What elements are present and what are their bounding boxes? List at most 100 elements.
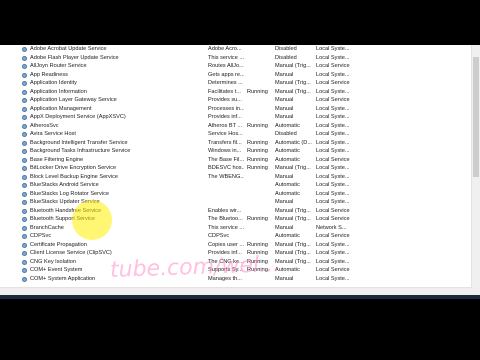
- service-row[interactable]: BlueStacks Android Service Automatic Local…: [0, 181, 472, 190]
- horizontal-scrollbar[interactable]: [0, 287, 472, 295]
- service-row[interactable]: CDPSvc CDPSvc Automatic Local Service: [0, 232, 472, 241]
- service-description: The Bluetoo...: [208, 216, 243, 222]
- service-row[interactable]: AppX Deployment Service (AppXSVC) Provide…: [0, 113, 472, 122]
- service-row[interactable]: Background Tasks Infrastructure Service W…: [0, 147, 472, 156]
- service-row[interactable]: Base Filtering Engine The Base Fil... Runn…: [0, 156, 472, 165]
- service-row[interactable]: Bluetooth Handsfree Service Enables wir..…: [0, 207, 472, 216]
- service-gear-icon: [22, 81, 27, 86]
- service-log-on-as: Local Syste...: [316, 258, 350, 265]
- service-row[interactable]: Adobe Flash Player Update Service This se…: [0, 54, 472, 63]
- service-row[interactable]: Certificate Propagation Copies user ... Ru…: [0, 241, 472, 250]
- service-log-on-as: Local Syste...: [316, 105, 350, 112]
- service-gear-icon: [22, 268, 27, 273]
- service-status: Running: [247, 139, 268, 146]
- service-startup-type: Automatic: [275, 122, 300, 129]
- service-log-on-as: Local Service: [316, 97, 350, 103]
- service-gear-icon: [22, 251, 27, 256]
- service-description: The Base Fil...: [208, 156, 244, 163]
- service-row[interactable]: AllJoyn Router Service Routes AllJo... Man…: [0, 62, 472, 71]
- scrollbar-thumb[interactable]: [473, 57, 479, 177]
- service-status: Running: [247, 165, 268, 171]
- service-row[interactable]: Application Information Facilitates t... R…: [0, 88, 472, 97]
- service-description: Transfers fil...: [208, 139, 242, 146]
- service-name: BlueStacks Updater Service: [30, 199, 100, 205]
- service-startup-type: Automatic: [275, 182, 300, 188]
- service-row[interactable]: BlueStacks Log Rotator Service Automatic L…: [0, 190, 472, 199]
- service-startup-type: Disabled: [275, 131, 297, 137]
- service-name: Base Filtering Engine: [30, 156, 84, 163]
- service-log-on-as: Local Syste...: [316, 148, 350, 154]
- service-log-on-as: Local Syste...: [316, 190, 350, 197]
- service-row[interactable]: BitLocker Drive Encryption Service BDESVC…: [0, 164, 472, 173]
- service-name: Application Layer Gateway Service: [30, 97, 117, 103]
- service-startup-type: Manual: [275, 199, 294, 205]
- service-row[interactable]: BranchCache This service ... Manual Network…: [0, 224, 472, 233]
- service-row[interactable]: Background Intelligent Transfer Service T…: [0, 139, 472, 148]
- service-startup-type: Manual (Trig...: [275, 258, 311, 265]
- service-row[interactable]: Adobe Acrobat Update Service Adobe Acro..…: [0, 45, 472, 54]
- vertical-scrollbar[interactable]: [471, 45, 480, 295]
- service-name: BlueStacks Log Rotator Service: [30, 190, 109, 197]
- service-gear-icon: [22, 183, 27, 188]
- service-gear-icon: [22, 64, 27, 69]
- service-row[interactable]: Avira Service Host Service Hos... Disabled…: [0, 130, 472, 139]
- service-name: CDPSvc: [30, 233, 52, 239]
- service-description: Routes AllJo...: [208, 63, 244, 69]
- service-startup-type: Automatic: [275, 148, 300, 154]
- service-startup-type: Manual: [275, 97, 294, 103]
- service-row[interactable]: Application Management Processes in... Man…: [0, 105, 472, 114]
- service-description: Gets apps re...: [208, 71, 244, 78]
- service-gear-icon: [22, 217, 27, 222]
- service-startup-type: Automatic: [275, 233, 300, 239]
- service-row[interactable]: Block Level Backup Engine Service The WBE…: [0, 173, 472, 182]
- service-name: Adobe Acrobat Update Service: [30, 46, 107, 52]
- service-gear-icon: [22, 140, 27, 146]
- service-row[interactable]: Bluetooth Support Service The Bluetoo... R…: [0, 215, 472, 224]
- service-description: Provides inf...: [208, 114, 242, 120]
- service-gear-icon: [22, 98, 27, 103]
- service-row[interactable]: BlueStacks Updater Service Manual Local Sy…: [0, 198, 472, 207]
- service-row[interactable]: App Readiness Gets apps re... Manual Local …: [0, 71, 472, 80]
- service-name: BranchCache: [30, 224, 64, 231]
- service-gear-icon: [22, 55, 27, 61]
- service-log-on-as: Local Syste...: [316, 71, 350, 78]
- service-startup-type: Manual (Trig...: [275, 207, 311, 214]
- cursor-highlight: [72, 200, 112, 240]
- service-name: AppX Deployment Service (AppXSVC): [30, 114, 126, 120]
- service-name: AllJoyn Router Service: [30, 63, 87, 69]
- service-row[interactable]: AtherosSvc Atheros BT ... Running Automatic…: [0, 122, 472, 131]
- services-window: Adobe Acrobat Update Service Adobe Acro..…: [0, 45, 480, 295]
- service-gear-icon: [22, 106, 27, 112]
- taskbar: [0, 295, 480, 299]
- service-startup-type: Automatic: [275, 267, 300, 273]
- service-status: Running: [247, 241, 268, 248]
- service-log-on-as: Local Syste...: [316, 241, 350, 248]
- service-row[interactable]: Application Layer Gateway Service Provide…: [0, 96, 472, 105]
- service-row[interactable]: Application Identity Determines ... Manual…: [0, 79, 472, 88]
- service-gear-icon: [22, 191, 27, 197]
- service-description: Determines ...: [208, 80, 243, 86]
- service-startup-type: Disabled: [275, 54, 297, 61]
- service-startup-type: Automatic: [275, 190, 300, 197]
- service-description: Windows in...: [208, 148, 242, 154]
- service-startup-type: Manual (Trig...: [275, 88, 311, 95]
- service-startup-type: Automatic (D...: [275, 139, 312, 146]
- service-log-on-as: Local Syste...: [316, 88, 350, 95]
- service-startup-type: Disabled: [275, 46, 297, 52]
- service-description: Facilitates t...: [208, 88, 241, 95]
- service-description: Copies user ...: [208, 241, 244, 248]
- service-startup-type: Manual (Trig...: [275, 165, 311, 171]
- service-name: Bluetooth Handsfree Service: [30, 207, 102, 214]
- service-description: The WBENG...: [208, 173, 244, 180]
- service-log-on-as: Local Syste...: [316, 173, 350, 180]
- service-log-on-as: Local Service: [316, 233, 350, 239]
- service-name: App Readiness: [30, 71, 68, 78]
- service-startup-type: Manual (Trig...: [275, 63, 311, 69]
- service-log-on-as: Local Syste...: [316, 114, 350, 120]
- service-name: Background Tasks Infrastructure Service: [30, 148, 131, 154]
- service-name: BlueStacks Android Service: [30, 182, 99, 188]
- service-gear-icon: [22, 166, 27, 171]
- service-description: Processes in...: [208, 105, 244, 112]
- service-startup-type: Manual (Trig...: [275, 250, 311, 256]
- service-description: Provides su...: [208, 97, 242, 103]
